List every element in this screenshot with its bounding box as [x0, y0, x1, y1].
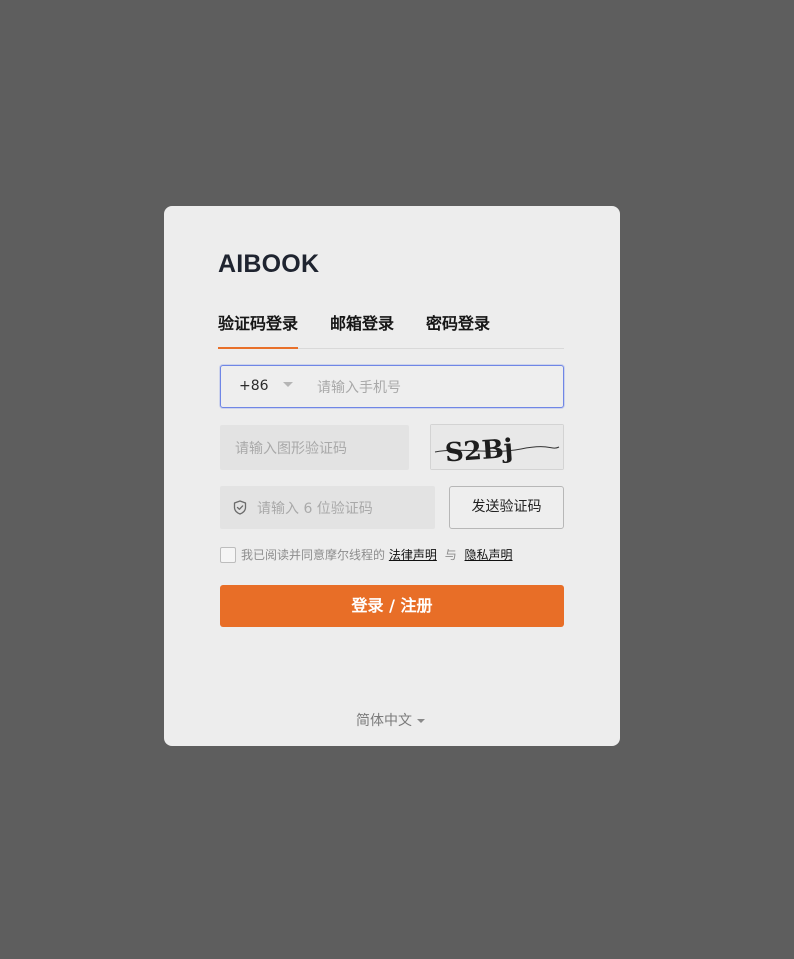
agreement-prefix: 我已阅读并同意摩尔线程的 — [241, 548, 386, 562]
tab-password-login[interactable]: 密码登录 — [426, 310, 490, 348]
agreement-conjunction: 与 — [444, 548, 457, 562]
chevron-down-icon — [417, 719, 425, 723]
login-tabs: 验证码登录 邮箱登录 密码登录 — [218, 310, 564, 349]
country-code-select[interactable]: +86 — [239, 366, 269, 407]
legal-notice-link[interactable]: 法律声明 — [389, 548, 437, 562]
agreement-text: 我已阅读并同意摩尔线程的 法律声明 与 隐私声明 — [241, 547, 513, 563]
shield-check-icon — [233, 500, 247, 515]
tab-sms-code-login[interactable]: 验证码登录 — [218, 310, 299, 349]
phone-input[interactable] — [315, 366, 559, 409]
captcha-image-graphic: S2Bj — [431, 425, 563, 469]
tab-email-login[interactable]: 邮箱登录 — [330, 310, 394, 348]
language-label: 简体中文 — [356, 713, 412, 729]
chevron-down-icon[interactable] — [283, 382, 293, 387]
sms-code-field — [220, 486, 435, 531]
language-selector[interactable]: 简体中文 — [356, 710, 425, 730]
captcha-image[interactable]: S2Bj — [430, 424, 564, 470]
privacy-notice-link[interactable]: 隐私声明 — [465, 548, 513, 562]
phone-field: +86 — [220, 365, 564, 409]
login-register-button[interactable]: 登录 / 注册 — [220, 585, 564, 627]
captcha-input[interactable] — [233, 425, 407, 472]
send-code-button[interactable]: 发送验证码 — [449, 486, 564, 529]
login-card: AIBOOK 验证码登录 邮箱登录 密码登录 +86 S2Bj 发送验证码 我已… — [164, 206, 620, 746]
captcha-field — [220, 425, 409, 472]
brand-logo: AIBOOK — [218, 250, 320, 278]
sms-code-input[interactable] — [255, 486, 434, 531]
captcha-char-1: S2Bj — [444, 434, 514, 469]
agreement-checkbox[interactable] — [220, 547, 236, 563]
